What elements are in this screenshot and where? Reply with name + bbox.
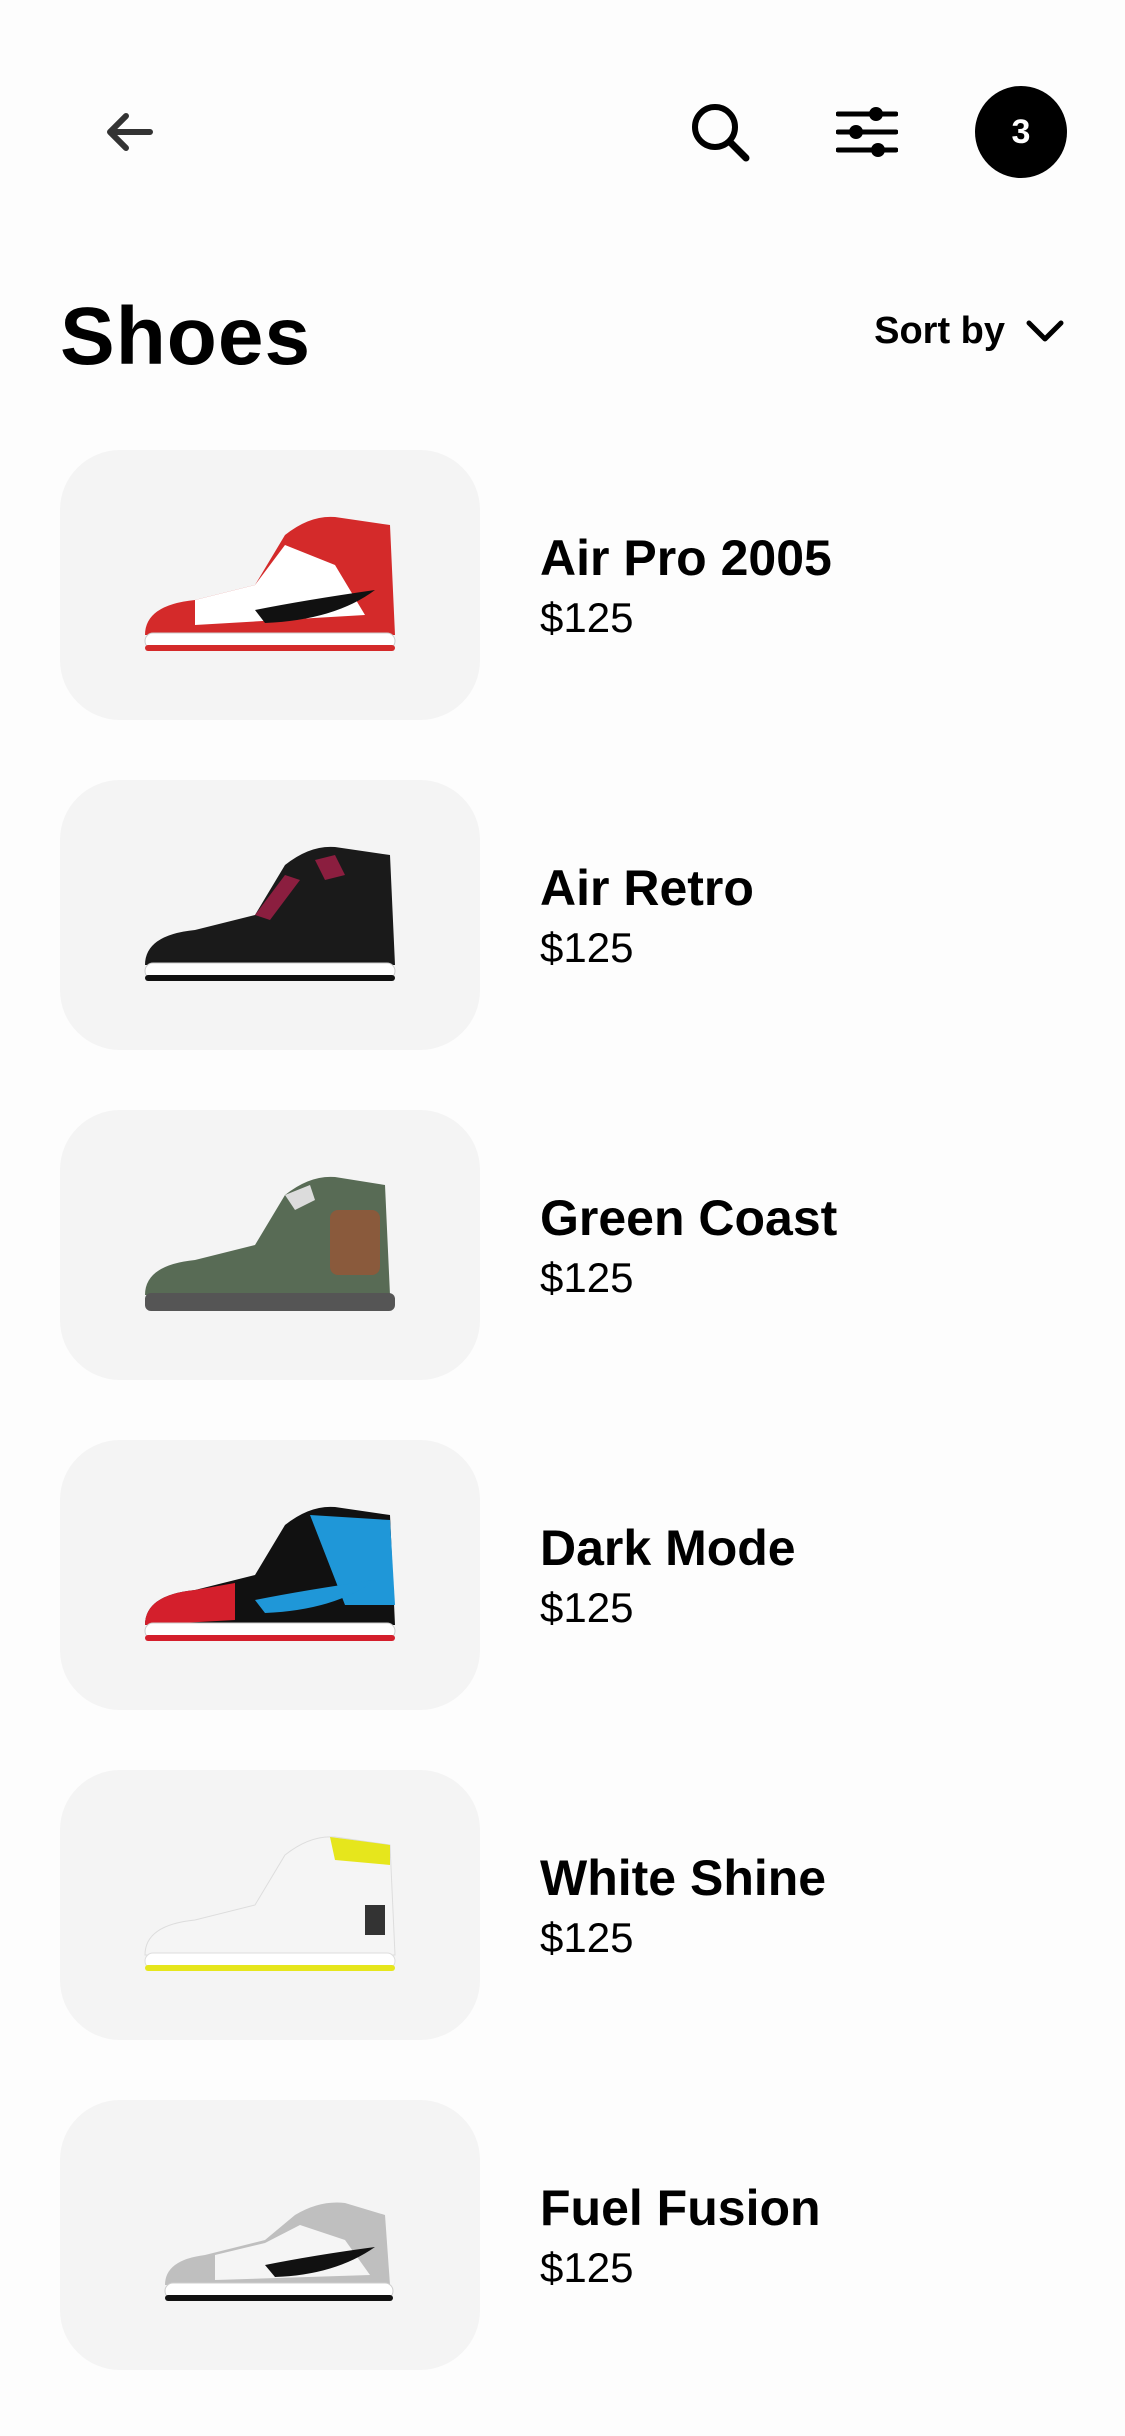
product-name: Green Coast bbox=[540, 1190, 838, 1246]
product-price: $125 bbox=[540, 924, 634, 971]
cart-count-badge[interactable]: 3 bbox=[975, 86, 1067, 178]
page-title: Shoes bbox=[60, 291, 312, 382]
product-item[interactable]: Air Pro 2005 $125 bbox=[60, 450, 1065, 720]
product-list: Air Pro 2005 $125 Air Retro $125 Green C… bbox=[60, 450, 1065, 2430]
product-item[interactable]: Air Retro $125 bbox=[60, 780, 1065, 1050]
product-image bbox=[60, 450, 480, 720]
top-bar: 3 bbox=[0, 0, 1125, 200]
search-icon bbox=[692, 104, 750, 162]
sort-label: Sort by bbox=[874, 310, 1005, 352]
product-price: $125 bbox=[540, 594, 634, 641]
sneaker-icon bbox=[144, 846, 396, 981]
sneaker-icon bbox=[144, 1836, 396, 1971]
sneaker-icon bbox=[164, 2202, 394, 2301]
sneaker-icon bbox=[145, 1176, 395, 1311]
sliders-icon bbox=[836, 107, 898, 157]
product-image bbox=[60, 1770, 480, 2040]
product-price: $125 bbox=[540, 2244, 634, 2291]
product-image bbox=[60, 780, 480, 1050]
sneaker-icon bbox=[144, 516, 396, 651]
product-name: White Shine bbox=[540, 1850, 827, 1906]
product-item[interactable]: Green Coast $125 bbox=[60, 1110, 1065, 1380]
product-price: $125 bbox=[540, 1914, 634, 1961]
title-row: Shoes Sort by bbox=[60, 280, 1065, 382]
arrow-left-icon bbox=[107, 113, 153, 151]
product-name: Fuel Fusion bbox=[540, 2180, 821, 2236]
sort-button[interactable]: Sort by bbox=[874, 310, 1065, 353]
product-item[interactable]: Fuel Fusion $125 bbox=[60, 2100, 1065, 2370]
filter-button[interactable] bbox=[827, 92, 907, 172]
search-button[interactable] bbox=[680, 92, 760, 172]
product-image bbox=[60, 1440, 480, 1710]
product-name: Air Pro 2005 bbox=[540, 530, 832, 586]
product-name: Air Retro bbox=[540, 860, 754, 916]
back-button[interactable] bbox=[90, 92, 170, 172]
product-name: Dark Mode bbox=[540, 1520, 796, 1576]
sneaker-icon bbox=[144, 1506, 396, 1641]
product-price: $125 bbox=[540, 1254, 634, 1301]
product-price: $125 bbox=[540, 1584, 634, 1631]
product-item[interactable]: White Shine $125 bbox=[60, 1770, 1065, 2040]
product-image bbox=[60, 1110, 480, 1380]
chevron-down-icon bbox=[1026, 320, 1064, 341]
product-image bbox=[60, 2100, 480, 2370]
product-item[interactable]: Dark Mode $125 bbox=[60, 1440, 1065, 1710]
